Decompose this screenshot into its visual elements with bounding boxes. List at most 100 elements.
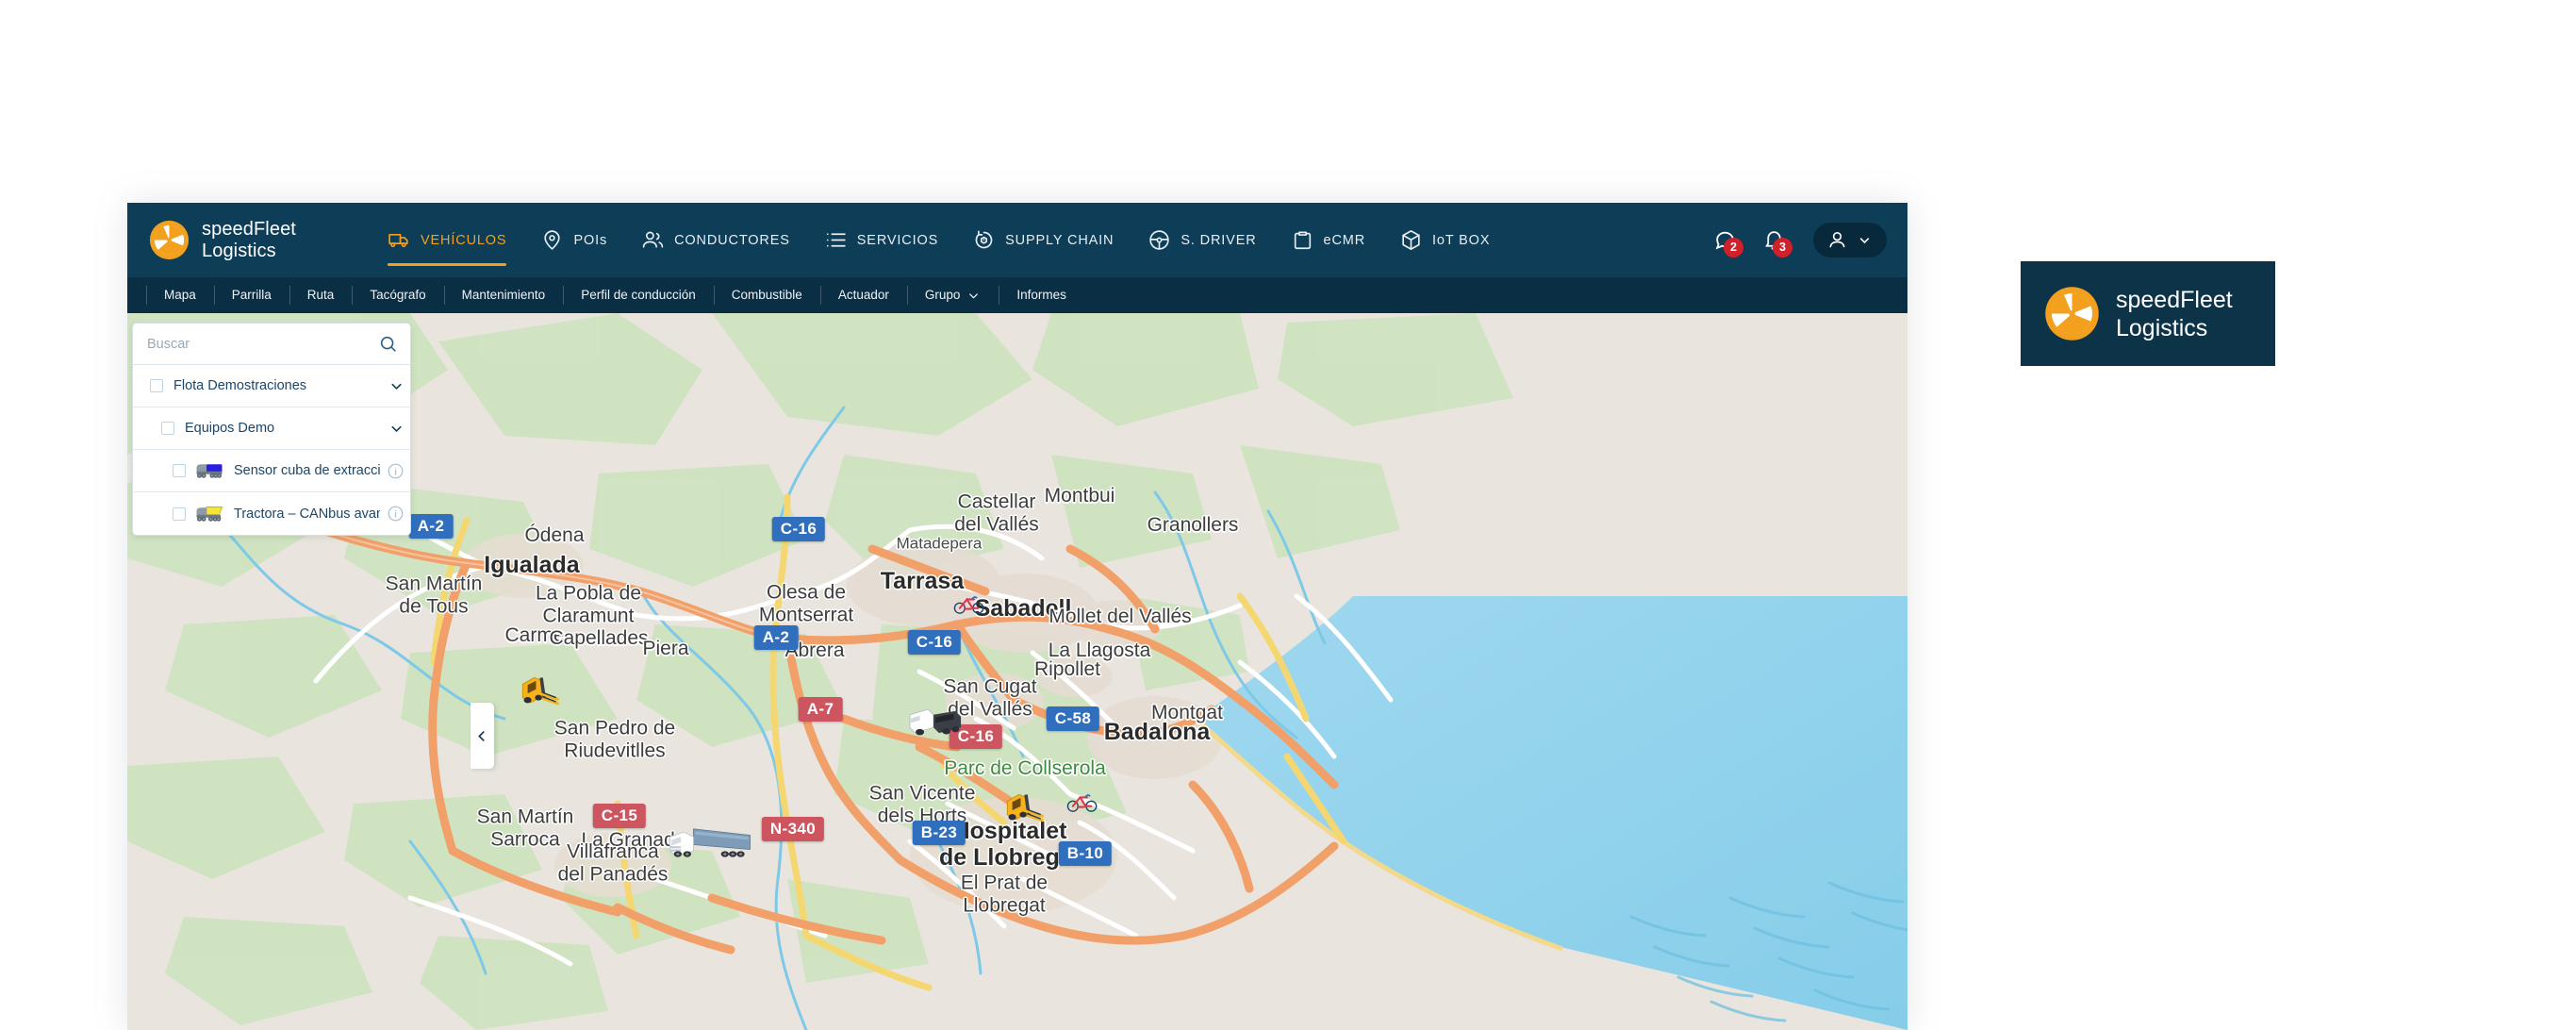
subnav-item-combustible[interactable]: Combustible (713, 277, 820, 313)
tree-row-checkbox[interactable] (150, 379, 163, 392)
truck-icon (388, 228, 411, 252)
clipboard-icon (1294, 231, 1311, 250)
nav-item-label: IoT BOX (1432, 232, 1491, 248)
tree-row[interactable]: Flota Demostraciones (133, 365, 410, 407)
nav-item-pois[interactable]: POIs (523, 203, 624, 277)
list-icon (824, 228, 848, 252)
steering-wheel-icon (1148, 228, 1171, 252)
road-shield: C-15 (592, 804, 647, 828)
nav-item-ecmr[interactable]: eCMR (1274, 203, 1383, 277)
tree-row-checkbox[interactable] (173, 507, 186, 521)
logo-card-line-1: speedFleet (2116, 286, 2233, 313)
primary-navbar: speedFleet Logistics VEHÍCULOS POIs CONDUC… (127, 203, 1907, 277)
tree-row-label: Equipos Demo (185, 421, 275, 436)
user-menu-button[interactable] (1813, 223, 1887, 258)
map-vehicle-marker-forklift-northwest[interactable] (518, 673, 561, 714)
subnav-item-perfil-de-conducci-n[interactable]: Perfil de conducción (563, 277, 714, 313)
truck-icon (388, 233, 408, 248)
tree-row-expand-toggle[interactable] (382, 421, 410, 437)
active-tab-underline (388, 263, 507, 266)
subnav-item-ruta[interactable]: Ruta (289, 277, 353, 313)
subnav-item-label: Mapa (164, 288, 196, 302)
secondary-navbar: Mapa Parrilla Ruta Tacógrafo Mantenimiento Pe… (127, 277, 1907, 313)
logo-card-line-2: Logistics (2116, 314, 2208, 341)
subnav-item-label: Tacógrafo (370, 288, 426, 302)
speedfleet-spiral-logo-icon-large (2044, 286, 2100, 341)
cube-icon (1399, 228, 1423, 252)
subnav-item-label: Combustible (731, 288, 802, 302)
user-icon (1829, 232, 1845, 248)
nav-item-label: SUPPLY CHAIN (1005, 232, 1115, 248)
nav-item-supply-chain[interactable]: SUPPLY CHAIN (955, 203, 1131, 277)
search-input[interactable] (147, 336, 378, 352)
map-vehicle-marker-trailer-villafranca[interactable] (667, 826, 753, 869)
map-pin-icon (544, 230, 561, 250)
panel-collapse-button[interactable] (471, 703, 494, 769)
chevron-left-icon (478, 730, 485, 741)
chevron-down-icon (969, 292, 979, 298)
info-icon[interactable] (380, 505, 410, 523)
nav-item-label: VEHÍCULOS (421, 232, 507, 248)
navbar-right-actions: 2 3 (1704, 220, 1907, 261)
bicycle-icon (953, 596, 984, 614)
chevron-down-icon (390, 383, 402, 390)
subnav-item-parrilla[interactable]: Parrilla (213, 277, 289, 313)
subnav-item-tac-grafo[interactable]: Tacógrafo (352, 277, 443, 313)
nav-item-conductores[interactable]: CONDUCTORES (624, 203, 807, 277)
nav-item-label: eCMR (1323, 232, 1366, 248)
vehicle-tree: Flota Demostraciones Equipos Demo Sensor c… (133, 365, 410, 535)
chevron-down-icon (390, 425, 402, 432)
map-vehicle-marker-bicycle-barcelona[interactable] (1066, 792, 1098, 818)
subnav-item-actuador[interactable]: Actuador (819, 277, 907, 313)
blue-truck-icon (196, 464, 223, 478)
brand-text: speedFleet Logistics (202, 219, 296, 262)
app-window: Ódena Igualada San Martín de Tous La Pobla d… (127, 203, 1907, 1030)
map-pin-icon (540, 228, 564, 252)
notifications-button[interactable]: 3 (1753, 220, 1794, 261)
subnav-item-mantenimiento[interactable]: Mantenimiento (443, 277, 564, 313)
brand-line-2: Logistics (202, 240, 276, 261)
nav-item-s-driver[interactable]: S. DRIVER (1131, 203, 1273, 277)
map-vehicle-marker-forklift-hospitalet[interactable] (1002, 789, 1046, 831)
tree-row-label: Sensor cuba de extracción (234, 463, 380, 478)
tree-row-expand-toggle[interactable] (382, 378, 410, 394)
blue-trailer-truck-icon (669, 828, 751, 857)
tree-row-checkbox[interactable] (173, 464, 186, 477)
logo-card-text: speedFleet Logistics (2116, 286, 2233, 342)
tree-row[interactable]: Sensor cuba de extracción (133, 450, 410, 492)
map-vehicle-marker-truck-san-cugat[interactable] (908, 706, 963, 743)
primary-nav-items: VEHÍCULOS POIs CONDUCTORES SERVICIOS SUPPLY … (371, 203, 1704, 277)
road-shield: C-16 (907, 630, 962, 655)
brand-logo[interactable]: speedFleet Logistics (127, 219, 371, 262)
nav-item-label: S. DRIVER (1181, 232, 1257, 248)
yellow-dump-truck-icon (196, 506, 223, 522)
nav-item-label: POIs (573, 232, 608, 248)
blue-truck-icon (195, 460, 223, 481)
speedfleet-spiral-logo-icon (149, 220, 190, 260)
subnav-item-label: Parrilla (231, 288, 272, 302)
drivers-icon (642, 231, 664, 248)
nav-item-servicios[interactable]: SERVICIOS (807, 203, 955, 277)
road-shield: C-16 (771, 517, 826, 541)
subnav-item-grupo[interactable]: Grupo (906, 277, 999, 313)
brand-line-1: speedFleet (202, 218, 296, 240)
tree-row-checkbox[interactable] (161, 422, 174, 435)
nav-item-veh-culos[interactable]: VEHÍCULOS (371, 203, 523, 277)
subnav-item-informes[interactable]: Informes (999, 277, 1084, 313)
subnav-item-label: Actuador (837, 288, 889, 302)
supply-chain-icon (975, 230, 993, 249)
subnav-item-mapa[interactable]: Mapa (146, 277, 214, 313)
nav-item-iot-box[interactable]: IoT BOX (1382, 203, 1507, 277)
vehicle-tree-panel: Flota Demostraciones Equipos Demo Sensor c… (132, 323, 411, 536)
tree-row[interactable]: Tractora – CANbus avanz… (133, 492, 410, 535)
map-vehicle-marker-bicycle-sabadell[interactable] (953, 594, 985, 620)
road-shield: B-23 (912, 821, 966, 845)
tree-row[interactable]: Equipos Demo (133, 407, 410, 450)
info-icon[interactable] (380, 462, 410, 480)
subnav-item-label: Perfil de conducción (581, 288, 696, 302)
clipboard-icon (1291, 228, 1314, 252)
steering-wheel-icon (1149, 230, 1170, 250)
page-root: Ódena Igualada San Martín de Tous La Pobla d… (0, 0, 2576, 1030)
messages-button[interactable]: 2 (1704, 220, 1745, 261)
search-icon[interactable] (378, 334, 399, 355)
